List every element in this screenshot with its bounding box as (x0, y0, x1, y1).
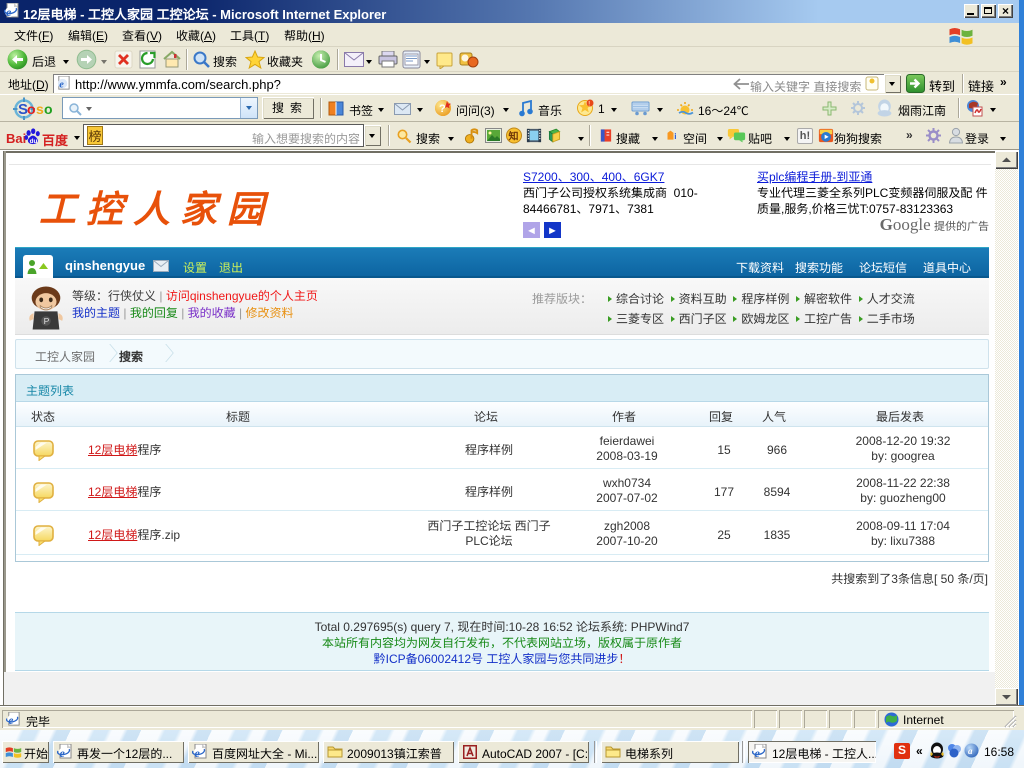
svg-text:?: ? (439, 103, 446, 115)
svg-text:!: ! (588, 101, 590, 108)
svg-text:e: e (8, 715, 13, 727)
svg-text:e: e (59, 79, 64, 90)
svg-text:a: a (968, 746, 973, 756)
svg-text:e: e (60, 746, 66, 760)
svg-text:e: e (755, 746, 761, 760)
svg-text:o: o (27, 101, 36, 117)
svg-text:e: e (6, 5, 12, 19)
svg-text:du: du (30, 138, 38, 145)
svg-text:s: s (36, 101, 44, 117)
svg-text:e: e (195, 746, 201, 760)
svg-text:P: P (44, 316, 50, 326)
svg-text:知: 知 (508, 128, 519, 143)
svg-text:i: i (674, 132, 676, 141)
svg-text:o: o (44, 101, 53, 117)
